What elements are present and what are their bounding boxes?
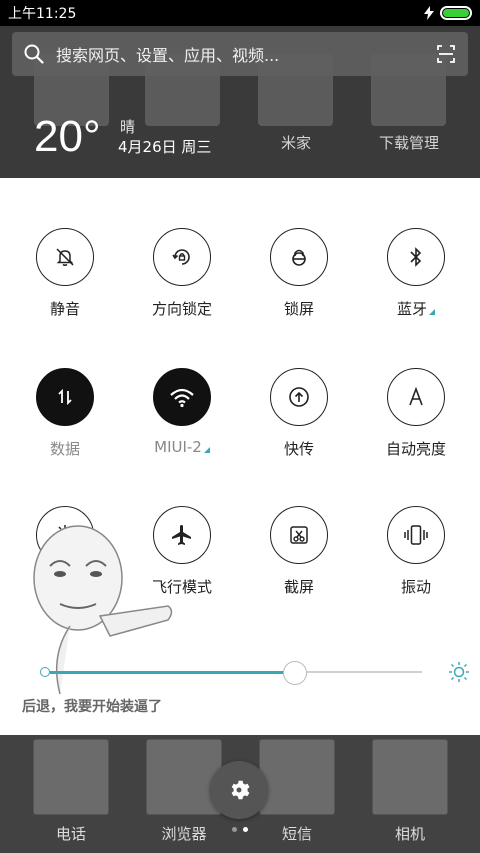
screenshot-icon	[288, 524, 310, 546]
tile-label: 蓝牙	[396, 300, 427, 318]
home-app-label-downloads[interactable]: 下载管理	[354, 132, 464, 153]
dock: 电话 浏览器 短信 相机	[0, 735, 480, 853]
tile-toggle-button[interactable]	[387, 228, 445, 286]
tile-bluetooth[interactable]: 蓝牙	[361, 228, 471, 319]
quick-settings-panel: 静音方向锁定锁屏蓝牙数据MIUI-2快传自动亮度手电筒飞行模式截屏振动 后退，我…	[0, 178, 480, 735]
tile-label: 振动	[400, 578, 431, 596]
sun-icon	[449, 662, 469, 682]
tile-toggle-button[interactable]	[153, 368, 211, 426]
home-app-label-mijia[interactable]: 米家	[241, 132, 351, 153]
tile-label: 截屏	[283, 578, 314, 596]
home-screen-top: 米家 下载管理 搜索网页、设置、应用、视频... 20° 晴 4月26日 周三	[0, 26, 480, 178]
brightness-thumb[interactable]	[282, 661, 307, 685]
search-placeholder: 搜索网页、设置、应用、视频...	[56, 46, 280, 65]
tile-toggle-button[interactable]	[153, 228, 211, 286]
tile-toggle-button[interactable]	[387, 506, 445, 564]
rotation-lock-icon	[170, 245, 194, 269]
expand-indicator-icon	[203, 447, 210, 453]
tile-label: 数据	[49, 440, 80, 458]
dock-label-phone: 电话	[55, 825, 86, 843]
meme-caption: 后退，我要开始装逼了	[22, 699, 162, 715]
tile-auto-brightness[interactable]: 自动亮度	[361, 368, 471, 459]
tile-rotation-lock[interactable]: 方向锁定	[127, 228, 237, 319]
tile-toggle-button[interactable]	[270, 368, 328, 426]
tile-wifi[interactable]: MIUI-2	[127, 368, 237, 456]
tile-toggle-button[interactable]	[387, 368, 445, 426]
auto-brightness-icon	[405, 386, 427, 408]
search-bar[interactable]: 搜索网页、设置、应用、视频...	[12, 32, 468, 76]
dock-app-camera[interactable]	[372, 739, 448, 815]
brightness-track-empty	[306, 671, 422, 673]
bell-off-icon	[54, 246, 76, 268]
scan-icon[interactable]	[436, 44, 456, 64]
tile-vibrate[interactable]: 振动	[361, 506, 471, 597]
wifi-icon	[169, 386, 195, 408]
tile-toggle-button[interactable]	[36, 228, 94, 286]
tile-label: 快传	[283, 440, 314, 458]
weather-condition: 晴	[120, 118, 136, 136]
tile-label: 静音	[49, 300, 80, 318]
page-indicator	[232, 827, 248, 832]
tile-label: 方向锁定	[151, 300, 212, 318]
tile-label: MIUI-2	[154, 438, 202, 456]
tile-lock[interactable]: 锁屏	[244, 228, 354, 319]
weather-date: 4月26日 周三	[118, 138, 212, 156]
charging-bolt-icon	[424, 6, 434, 20]
tile-label: 自动亮度	[385, 440, 446, 458]
weather-temperature: 20°	[34, 112, 101, 161]
tile-data-arrows[interactable]: 数据	[10, 368, 120, 459]
dock-app-browser[interactable]	[146, 739, 222, 815]
status-bar: 上午11:25	[0, 0, 480, 26]
expand-indicator-icon	[429, 309, 435, 315]
upload-icon	[287, 385, 311, 409]
brightness-min-dot	[40, 667, 50, 677]
data-arrows-icon	[55, 387, 75, 407]
settings-button[interactable]	[210, 761, 268, 819]
page-dot	[232, 827, 237, 832]
dock-label-browser: 浏览器	[161, 825, 207, 843]
vibrate-icon	[403, 523, 429, 547]
gear-icon	[231, 780, 250, 800]
brightness-track-filled	[50, 671, 295, 674]
tile-toggle-button[interactable]	[270, 228, 328, 286]
brightness-slider[interactable]	[40, 658, 469, 688]
page-dot-active	[243, 827, 248, 832]
dock-app-messages[interactable]	[259, 739, 335, 815]
dock-label-camera: 相机	[394, 825, 425, 843]
tile-upload[interactable]: 快传	[244, 368, 354, 459]
bluetooth-icon	[406, 246, 426, 268]
status-time: 上午11:25	[8, 6, 77, 22]
tile-toggle-button[interactable]	[270, 506, 328, 564]
tile-label: 锁屏	[283, 300, 314, 318]
search-icon	[24, 44, 44, 64]
tile-screenshot[interactable]: 截屏	[244, 506, 354, 597]
tile-toggle-button[interactable]	[36, 368, 94, 426]
battery-icon	[440, 6, 472, 20]
lock-icon	[288, 246, 310, 268]
dock-label-messages: 短信	[281, 825, 312, 843]
tile-bell-off[interactable]: 静音	[10, 228, 120, 319]
dock-app-phone[interactable]	[33, 739, 109, 815]
